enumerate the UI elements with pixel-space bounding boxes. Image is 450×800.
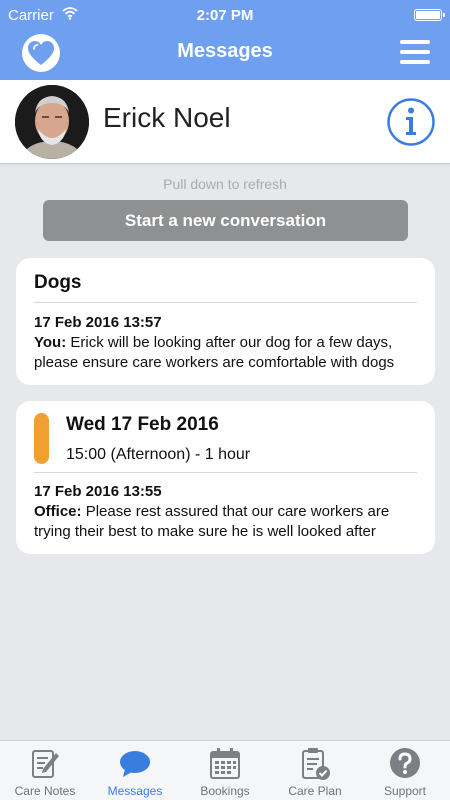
message-preview: You: Erick will be looking after our dog… bbox=[34, 333, 419, 373]
tab-messages[interactable]: Messages bbox=[90, 741, 180, 800]
client-name: Erick Noel bbox=[103, 102, 231, 133]
pull-to-refresh-hint: Pull down to refresh bbox=[163, 176, 287, 192]
calendar-icon bbox=[210, 748, 240, 779]
conversation-card[interactable]: Dogs 17 Feb 2016 13:57 You: Erick will b… bbox=[16, 258, 435, 385]
conversation-title: Dogs bbox=[34, 272, 82, 293]
status-time: 2:07 PM bbox=[196, 7, 254, 24]
booking-conversation-card[interactable]: Wed 17 Feb 2016 15:00 (Afternoon) - 1 ho… bbox=[16, 401, 435, 554]
page-title: Messages bbox=[177, 40, 273, 62]
care-notes-icon bbox=[32, 750, 59, 778]
tab-label: Bookings bbox=[200, 784, 250, 798]
client-profile-header: Erick Noel bbox=[0, 80, 450, 164]
tab-bookings[interactable]: Bookings bbox=[180, 741, 270, 800]
start-conversation-button[interactable]: Start a new conversation bbox=[43, 200, 408, 241]
tab-support[interactable]: Support bbox=[360, 741, 450, 800]
divider bbox=[34, 472, 417, 473]
menu-line-icon bbox=[400, 60, 430, 64]
divider bbox=[34, 302, 417, 303]
menu-line-icon bbox=[400, 40, 430, 44]
tab-care-plan[interactable]: Care Plan bbox=[270, 741, 360, 800]
tab-bar: Care Notes Messages Bookings Care Plan S… bbox=[0, 740, 450, 800]
message-preview-text: Please rest assured that our care worker… bbox=[34, 503, 390, 540]
message-sender: Office: bbox=[34, 503, 82, 520]
question-icon bbox=[390, 748, 420, 778]
info-icon[interactable] bbox=[386, 97, 436, 147]
hamburger-menu-button[interactable] bbox=[400, 40, 430, 64]
booking-date: Wed 17 Feb 2016 bbox=[66, 414, 219, 435]
client-photo bbox=[15, 85, 89, 159]
message-preview-text: Erick will be looking after our dog for … bbox=[34, 334, 395, 371]
message-sender: You: bbox=[34, 334, 67, 351]
navigation-bar: Carrier 2:07 PM Messages bbox=[0, 0, 450, 80]
tab-label: Support bbox=[383, 784, 427, 798]
battery-icon bbox=[414, 9, 445, 21]
message-preview: Office: Please rest assured that our car… bbox=[34, 502, 419, 542]
tab-label: Messages bbox=[107, 784, 163, 798]
tab-label: Care Plan bbox=[288, 784, 342, 798]
tab-label: Care Notes bbox=[14, 784, 76, 798]
booking-marker bbox=[34, 413, 49, 464]
status-bar: Carrier 2:07 PM bbox=[0, 0, 450, 30]
booking-time: 15:00 (Afternoon) - 1 hour bbox=[66, 446, 251, 463]
message-date: 17 Feb 2016 13:55 bbox=[34, 483, 162, 500]
clipboard-check-icon bbox=[302, 748, 330, 780]
avatar bbox=[15, 85, 89, 159]
message-date: 17 Feb 2016 13:57 bbox=[34, 314, 162, 331]
messages-icon bbox=[120, 751, 150, 777]
menu-line-icon bbox=[400, 50, 430, 54]
tab-care-notes[interactable]: Care Notes bbox=[0, 741, 90, 800]
